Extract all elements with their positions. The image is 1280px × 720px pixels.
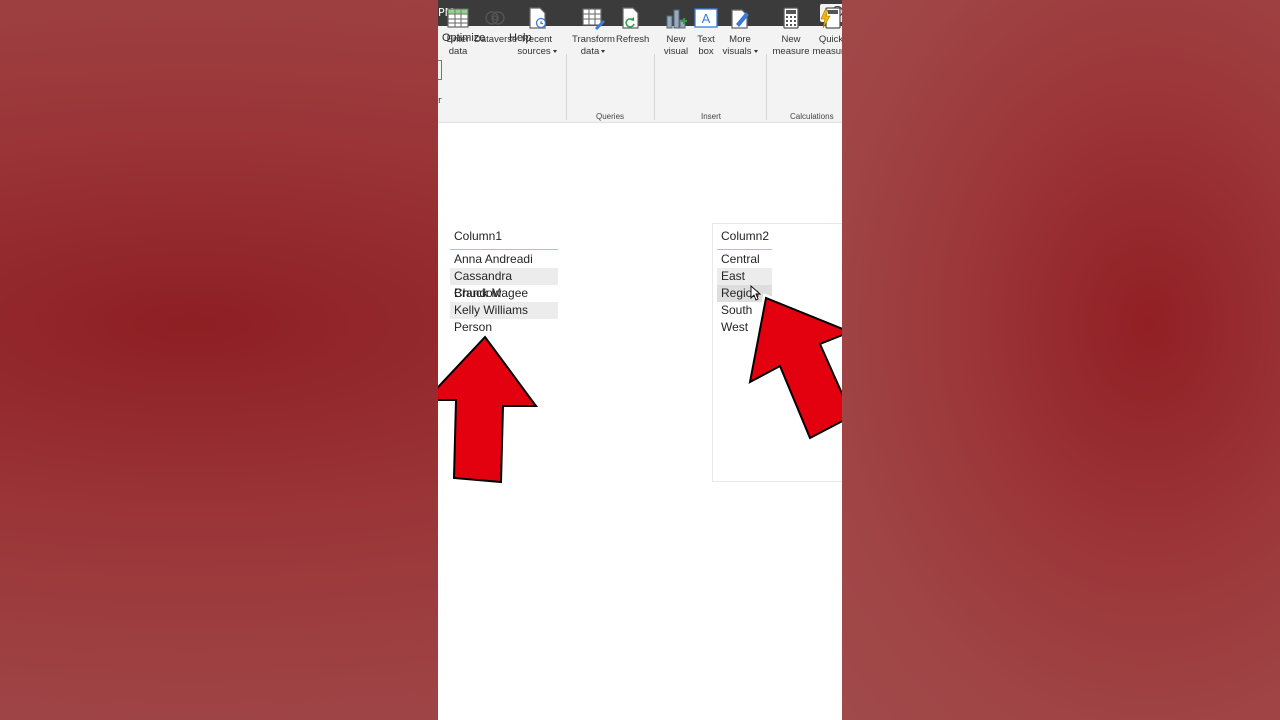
slicer-item[interactable]: East xyxy=(717,268,772,285)
transform-data-button[interactable]: Transform data xyxy=(572,6,615,58)
background-right xyxy=(842,0,1280,720)
group-label-calculations: Calculations xyxy=(790,112,834,121)
recent-sources-label-1: Recent xyxy=(521,34,553,45)
group-label-queries: Queries xyxy=(596,112,625,121)
transform-data-label-1: Transform xyxy=(572,34,615,45)
text-box-icon: A xyxy=(694,6,718,30)
quick-measure-button[interactable]: Quick measure xyxy=(812,6,842,58)
new-measure-label-1: New xyxy=(781,34,801,45)
transform-data-label-2: data xyxy=(580,46,600,57)
text-box-label-1: Text xyxy=(697,34,715,45)
quick-measure-label-2: measure xyxy=(812,46,842,57)
dataverse-icon xyxy=(483,6,507,30)
refresh-button[interactable]: Refresh xyxy=(616,6,650,46)
recent-sources-button[interactable]: Recent sources xyxy=(517,6,557,58)
dataverse-button[interactable]: Dataverse xyxy=(474,6,518,46)
slicer-item[interactable]: Anna Andreadi xyxy=(450,251,558,268)
clipped-ribbon-icon xyxy=(438,60,442,80)
clipped-ribbon-label: r xyxy=(438,96,442,106)
more-visuals-label-1: More xyxy=(729,34,751,45)
slicer-item[interactable]: Central xyxy=(717,251,772,268)
powerbi-window: PM Optimize Help r Enter data Dataverse xyxy=(438,0,842,720)
slicer-item[interactable]: Cassandra Brandow xyxy=(450,268,558,300)
slicer-column1[interactable]: Column1 Anna Andreadi Cassandra Brandow … xyxy=(450,229,560,349)
recent-sources-label-2: sources xyxy=(517,46,551,57)
slicer-header-underline xyxy=(450,249,558,250)
ribbon-separator xyxy=(766,54,767,120)
chevron-down-icon xyxy=(552,50,557,53)
new-measure-label-2: measure xyxy=(772,46,810,57)
dataverse-label: Dataverse xyxy=(474,34,518,45)
transform-data-icon xyxy=(581,6,605,30)
enter-data-label-1: Enter xyxy=(446,34,470,45)
more-visuals-label-2: visuals xyxy=(722,46,752,57)
ribbon-separator xyxy=(566,54,567,120)
ribbon-separator xyxy=(654,54,655,120)
slicer-header: Column1 xyxy=(454,229,503,243)
calculator-icon xyxy=(779,6,803,30)
refresh-label: Refresh xyxy=(616,34,650,45)
enter-data-button[interactable]: Enter data xyxy=(445,6,471,58)
new-visual-button[interactable]: New visual xyxy=(662,6,690,58)
chevron-down-icon xyxy=(753,50,758,53)
red-arrow-up-icon xyxy=(438,334,543,486)
slicer-header: Column2 xyxy=(721,229,770,243)
more-visuals-icon xyxy=(728,6,752,30)
quick-measure-label-1: Quick xyxy=(818,34,842,45)
new-visual-label-2: visual xyxy=(663,46,689,57)
slicer-item[interactable]: Kelly Williams xyxy=(450,302,558,319)
new-measure-button[interactable]: New measure xyxy=(772,6,810,58)
quick-measure-icon xyxy=(819,6,842,30)
slicer-header-underline xyxy=(717,249,772,250)
new-visual-label-1: New xyxy=(666,34,686,45)
enter-data-label-2: data xyxy=(448,46,468,57)
text-box-label-2: box xyxy=(698,46,714,57)
refresh-icon xyxy=(619,6,643,30)
red-arrow-diagonal-icon xyxy=(745,293,842,442)
group-label-insert: Insert xyxy=(701,112,722,121)
chevron-down-icon xyxy=(601,50,606,53)
table-icon xyxy=(446,6,470,30)
text-box-button[interactable]: A Text box xyxy=(693,6,719,58)
ribbon xyxy=(438,50,842,123)
slicer-item[interactable]: Chuck Magee xyxy=(450,285,558,302)
recent-sources-icon xyxy=(525,6,549,30)
more-visuals-button[interactable]: More visuals xyxy=(721,6,759,58)
svg-text:A: A xyxy=(702,11,711,26)
new-visual-icon xyxy=(664,6,688,30)
